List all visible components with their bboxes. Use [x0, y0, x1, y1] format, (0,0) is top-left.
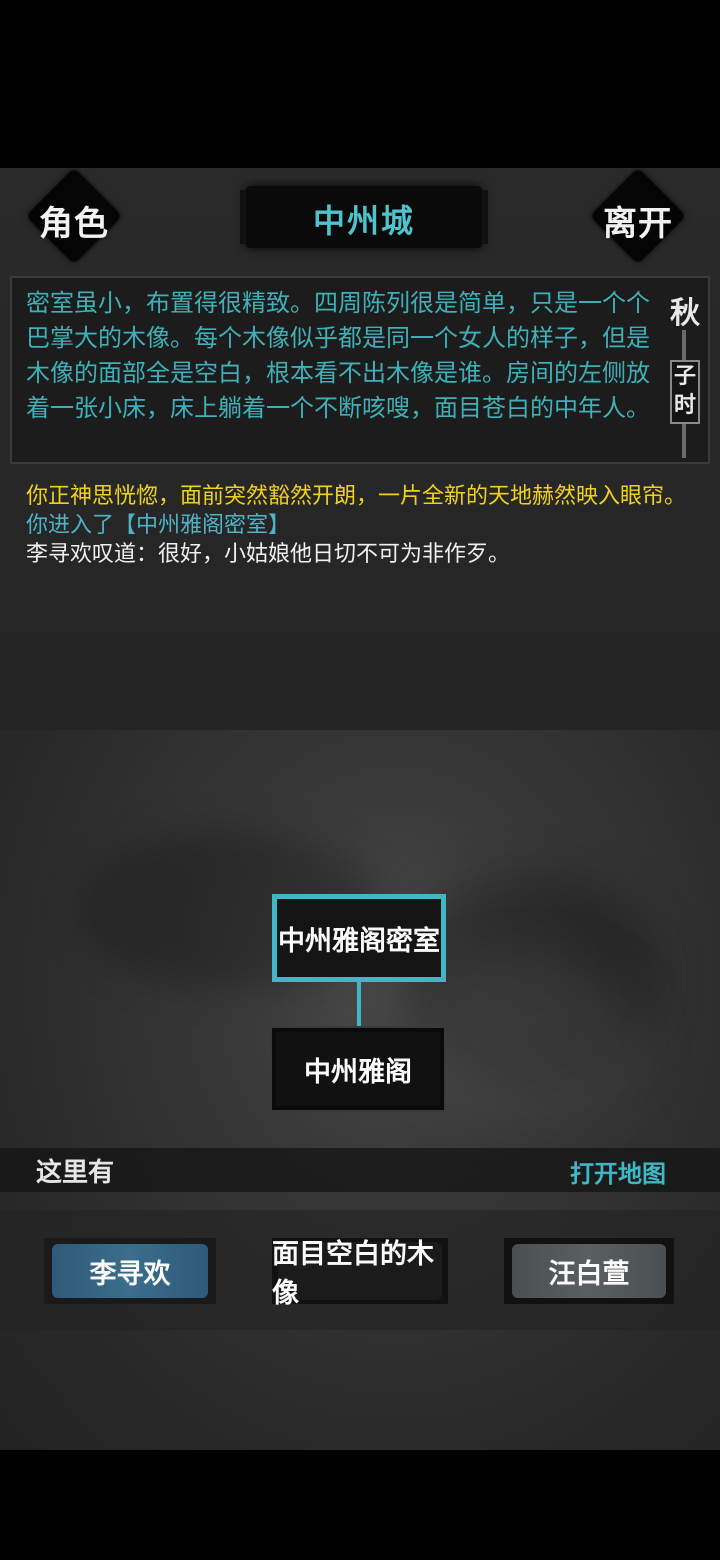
- npc-button-li-xunhuan[interactable]: 李寻欢: [44, 1238, 216, 1304]
- room-description: 密室虽小，布置得很精致。四周陈列很是简单，只是一个个巴掌大的木像。每个木像似乎都…: [26, 289, 650, 422]
- character-button-label: 角色: [39, 204, 109, 244]
- log-line: 你进入了【中州雅阁密室】: [26, 513, 291, 538]
- map-node-current[interactable]: 中州雅阁密室: [272, 894, 446, 982]
- hour-char-2: 时: [673, 392, 696, 418]
- time-indicator: 秋 子 时: [662, 284, 708, 460]
- ink-wash-decoration: [420, 960, 640, 1120]
- mini-map: 中州雅阁密室 中州雅阁: [0, 730, 720, 1450]
- top-bar: 角色 中州城 离开: [0, 168, 720, 268]
- hour-char-1: 子: [673, 363, 696, 389]
- log-line: 你正神思恍惚，面前突然豁然开朗，一片全新的天地赫然映入眼帘。: [26, 484, 687, 509]
- season-label: 秋: [670, 296, 700, 331]
- here-bar: 这里有 打开地图: [0, 1148, 720, 1192]
- city-banner: 中州城: [246, 186, 482, 248]
- message-log: 你正神思恍惚，面前突然豁然开朗，一片全新的天地赫然映入眼帘。 你进入了【中州雅阁…: [26, 482, 696, 569]
- city-name: 中州城: [312, 202, 415, 240]
- npc-name: 面目空白的木像: [272, 1239, 434, 1309]
- room-description-panel: 密室虽小，布置得很精致。四周陈列很是简单，只是一个个巴掌大的木像。每个木像似乎都…: [10, 276, 710, 464]
- screen: 角色 中州城 离开 密室虽小，布置得很精致。四周陈列很是简单，只是一个个巴掌大的…: [0, 0, 720, 1560]
- log-line: 李寻欢叹道：很好，小姑娘他日切不可为非作歹。: [26, 542, 511, 567]
- npc-name: 李寻欢: [89, 1258, 171, 1290]
- npc-button-wooden-statue[interactable]: 面目空白的木像: [272, 1238, 448, 1309]
- leave-button-label: 离开: [603, 204, 673, 244]
- npc-button-wang-baixuan[interactable]: 汪白萱: [504, 1238, 674, 1304]
- here-label: 这里有: [36, 1158, 115, 1188]
- map-node-label: 中州雅阁密室: [278, 925, 440, 957]
- npc-name: 汪白萱: [548, 1258, 630, 1290]
- game-view: 角色 中州城 离开 密室虽小，布置得很精致。四周陈列很是简单，只是一个个巴掌大的…: [0, 168, 720, 1450]
- map-node-label: 中州雅阁: [304, 1056, 412, 1088]
- map-node-adjacent[interactable]: 中州雅阁: [272, 1028, 444, 1110]
- open-map-link[interactable]: 打开地图: [570, 1154, 666, 1189]
- character-button[interactable]: 角色: [25, 168, 123, 265]
- hour-tag: 子 时: [670, 360, 700, 424]
- map-connector: [357, 982, 361, 1028]
- leave-button[interactable]: 离开: [589, 168, 687, 265]
- npc-list: 李寻欢 面目空白的木像 汪白萱: [0, 1210, 720, 1330]
